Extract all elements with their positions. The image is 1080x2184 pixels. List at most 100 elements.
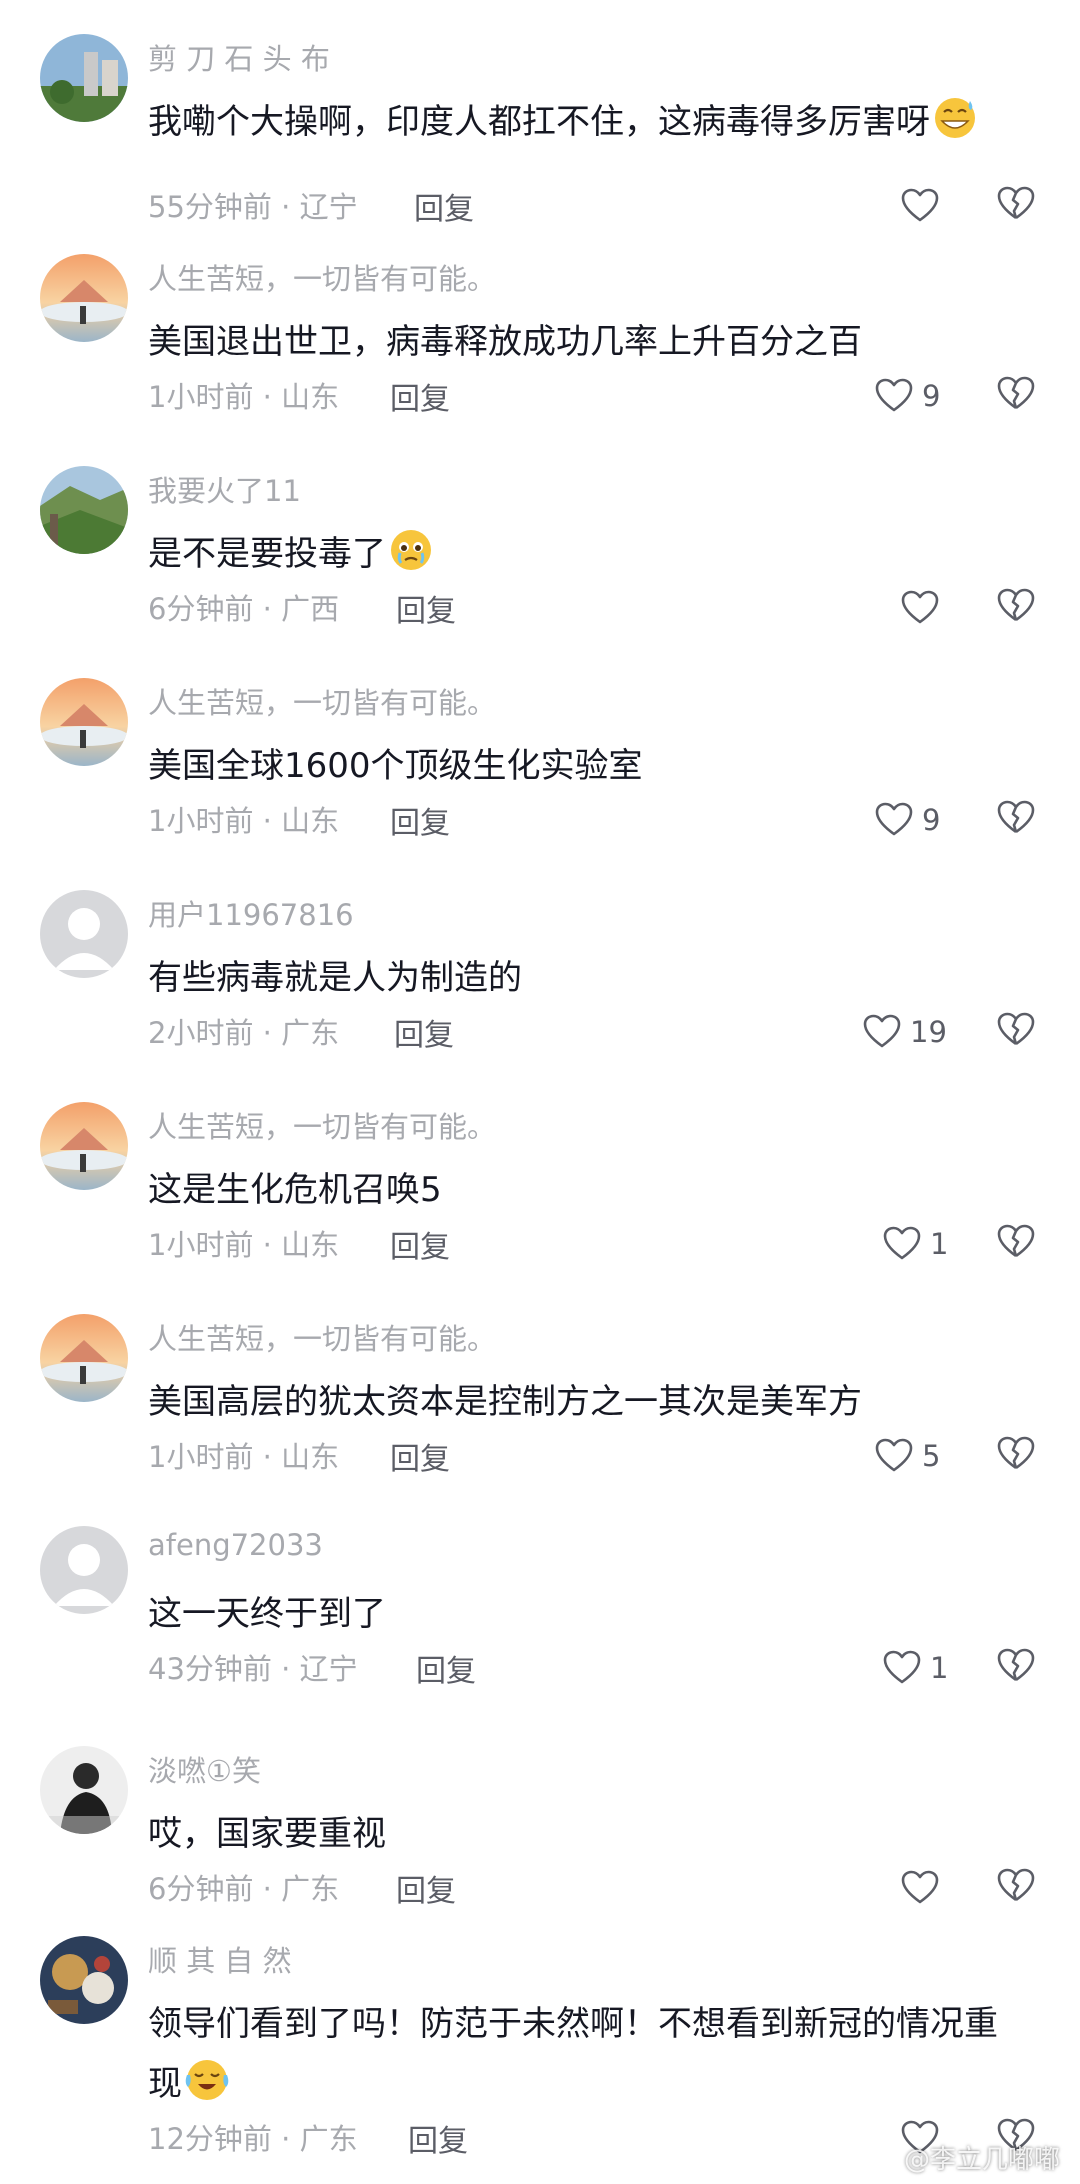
broken-heart-icon	[997, 588, 1035, 622]
comment-text: 美国全球1600个顶级生化实验室	[148, 736, 1028, 796]
comment-time: 12分钟前	[148, 2122, 272, 2156]
avatar[interactable]	[40, 678, 128, 766]
comment-text-content: 是不是要投毒了	[148, 534, 386, 574]
reply-button[interactable]: 回复	[390, 798, 450, 842]
like-count: 9	[922, 803, 941, 837]
like-button[interactable]: 9	[874, 374, 940, 418]
heart-icon	[875, 378, 913, 412]
like-button[interactable]	[900, 586, 948, 630]
comment-time: 43分钟前	[148, 1652, 272, 1686]
like-count: 1	[930, 1651, 949, 1685]
dislike-button[interactable]	[996, 374, 1040, 418]
comment-text: 我嘞个大操啊，印度人都扛不住，这病毒得多厉害呀	[148, 92, 1028, 152]
like-button[interactable]: 1	[882, 1646, 948, 1690]
user-name[interactable]: afeng72033	[148, 1528, 323, 1562]
meta-separator: ·	[253, 1016, 282, 1050]
comment-time: 1小时前	[148, 1228, 254, 1262]
meta-separator: ·	[253, 1872, 282, 1906]
comment-meta: 1小时前 · 山东	[148, 374, 339, 416]
user-name[interactable]: 人生苦短，一切皆有可能。	[148, 1104, 496, 1146]
comment-location: 山东	[281, 1228, 340, 1262]
like-button[interactable]: 5	[874, 1434, 940, 1478]
comment-text-content: 美国退出世卫，病毒释放成功几率上升百分之百	[148, 322, 862, 362]
user-name[interactable]: 人生苦短，一切皆有可能。	[148, 1316, 496, 1358]
dislike-button[interactable]	[996, 1434, 1040, 1478]
dislike-button[interactable]	[996, 798, 1040, 842]
meta-separator: ·	[271, 1652, 300, 1686]
comment-location: 广西	[281, 592, 340, 626]
reply-button[interactable]: 回复	[394, 1010, 454, 1054]
comment-text: 美国高层的犹太资本是控制方之一其次是美军方	[148, 1372, 1028, 1432]
user-name[interactable]: 淡嘫①笑	[148, 1748, 261, 1790]
reply-button[interactable]: 回复	[390, 1222, 450, 1266]
like-count: 1	[930, 1227, 949, 1261]
dislike-button[interactable]	[996, 586, 1040, 630]
reply-button[interactable]: 回复	[414, 184, 474, 228]
reply-button[interactable]: 回复	[416, 1646, 476, 1690]
broken-heart-icon	[997, 1012, 1035, 1046]
comment-text-content: 这是生化危机召唤5	[148, 1170, 442, 1210]
tearful-emoji	[391, 530, 431, 570]
reply-button[interactable]: 回复	[396, 586, 456, 630]
comment-text-content: 美国全球1600个顶级生化实验室	[148, 746, 643, 786]
heart-icon	[883, 1226, 921, 1260]
like-button[interactable]: 19	[862, 1010, 947, 1054]
comment-text: 哎，国家要重视	[148, 1804, 1028, 1864]
user-name[interactable]: 人生苦短，一切皆有可能。	[148, 256, 496, 298]
comment-location: 辽宁	[299, 190, 358, 224]
avatar[interactable]	[40, 254, 128, 342]
reply-button[interactable]: 回复	[390, 374, 450, 418]
comment-meta: 1小时前 · 山东	[148, 798, 339, 840]
comment-location: 辽宁	[299, 1652, 358, 1686]
like-button[interactable]: 9	[874, 798, 940, 842]
avatar[interactable]	[40, 1746, 128, 1834]
dislike-button[interactable]	[996, 1646, 1040, 1690]
comment-meta: 6分钟前 · 广西	[148, 586, 339, 628]
comment-time: 55分钟前	[148, 190, 272, 224]
comment-location: 山东	[281, 1440, 340, 1474]
user-name[interactable]: 剪 刀 石 头 布	[148, 36, 330, 78]
meta-separator: ·	[253, 804, 282, 838]
user-name[interactable]: 人生苦短，一切皆有可能。	[148, 680, 496, 722]
avatar[interactable]	[40, 1526, 128, 1614]
avatar[interactable]	[40, 890, 128, 978]
comment-meta: 1小时前 · 山东	[148, 1434, 339, 1476]
meta-separator: ·	[253, 592, 282, 626]
comment-text-content: 美国高层的犹太资本是控制方之一其次是美军方	[148, 1382, 862, 1422]
reply-button[interactable]: 回复	[390, 1434, 450, 1478]
avatar[interactable]	[40, 34, 128, 122]
comment-text: 有些病毒就是人为制造的	[148, 948, 1028, 1008]
dislike-button[interactable]	[996, 1222, 1040, 1266]
dislike-button[interactable]	[996, 184, 1040, 228]
reply-button[interactable]: 回复	[408, 2116, 468, 2160]
user-name[interactable]: 用户11967816	[148, 892, 354, 934]
avatar[interactable]	[40, 1102, 128, 1190]
like-button[interactable]	[900, 184, 948, 228]
broken-heart-icon	[997, 1224, 1035, 1258]
comment-time: 2小时前	[148, 1016, 254, 1050]
like-button[interactable]	[900, 1866, 948, 1910]
broken-heart-icon	[997, 1648, 1035, 1682]
comment-time: 1小时前	[148, 804, 254, 838]
crying-laugh-emoji	[185, 2060, 229, 2100]
comment-text: 这是生化危机召唤5	[148, 1160, 1028, 1220]
comment-text: 这一天终于到了	[148, 1584, 1028, 1644]
heart-icon	[901, 590, 939, 624]
dislike-button[interactable]	[996, 1010, 1040, 1054]
like-count: 19	[910, 1015, 947, 1049]
meta-separator: ·	[253, 1228, 282, 1262]
like-count: 5	[922, 1439, 941, 1473]
avatar[interactable]	[40, 466, 128, 554]
user-name[interactable]: 顺 其 自 然	[148, 1938, 292, 1980]
avatar[interactable]	[40, 1314, 128, 1402]
avatar[interactable]	[40, 1936, 128, 2024]
watermark: @李立几嘟嘟	[903, 2145, 1060, 2175]
reply-button[interactable]: 回复	[396, 1866, 456, 1910]
meta-separator: ·	[253, 380, 282, 414]
like-button[interactable]: 1	[882, 1222, 948, 1266]
comment-location: 山东	[281, 804, 340, 838]
comment-meta: 2小时前 · 广东	[148, 1010, 339, 1052]
user-name[interactable]: 我要火了11	[148, 468, 301, 510]
dislike-button[interactable]	[996, 1866, 1040, 1910]
comment-time: 6分钟前	[148, 592, 254, 626]
